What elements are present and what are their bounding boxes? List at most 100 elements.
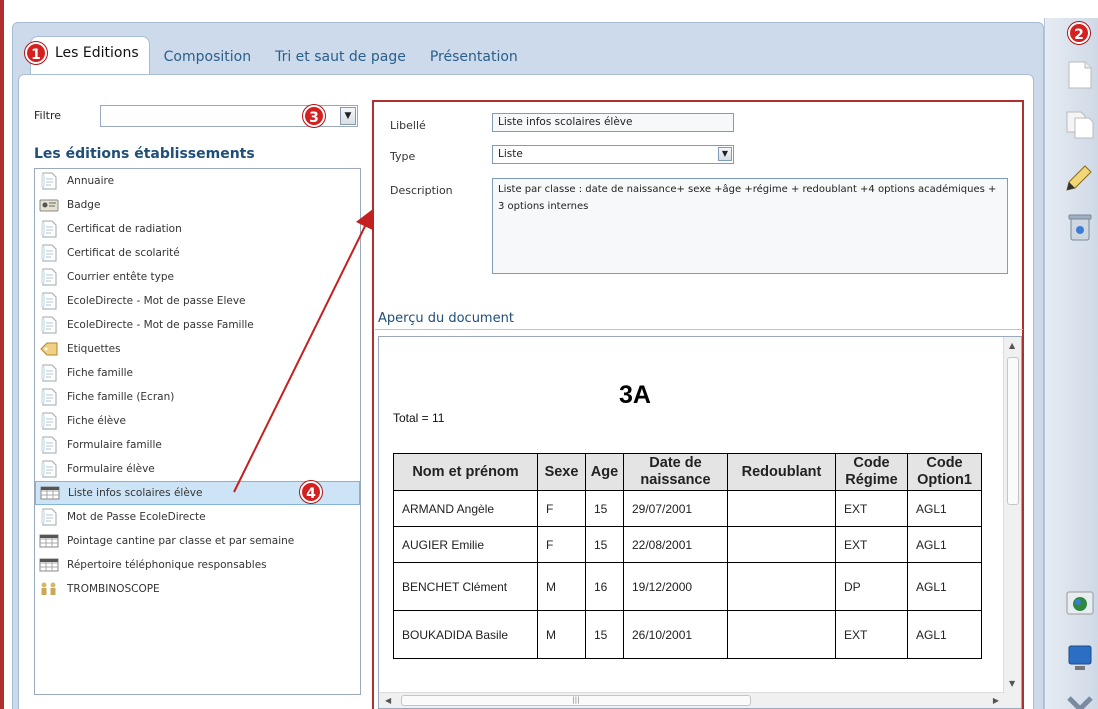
list-item[interactable]: Fiche famille — [35, 361, 360, 385]
editions-list[interactable]: Annuaire Badge Certificat de radiation Cert… — [34, 168, 361, 695]
top-strip — [4, 0, 1044, 18]
cell-nom: ARMAND Angèle — [393, 490, 538, 527]
chevron-down-icon[interactable]: ▼ — [718, 147, 732, 161]
list-item-label: Fiche famille (Ecran) — [67, 391, 175, 403]
scroll-left-icon[interactable]: ◀ — [385, 696, 391, 705]
cell-option1: AGL1 — [907, 490, 982, 527]
preview-horizontal-scrollbar[interactable]: ◀ ||| ▶ — [379, 692, 1005, 708]
web-export-icon[interactable] — [1063, 588, 1097, 618]
vertical-scroll-thumb[interactable] — [1007, 357, 1019, 505]
preview-divider — [375, 329, 1023, 330]
list-item-label: Certificat de scolarité — [67, 247, 180, 259]
tab-composition[interactable]: Composition — [154, 41, 261, 74]
delete-bin-icon[interactable] — [1063, 212, 1097, 242]
document-preview[interactable]: 3A Total = 11 Nom et prénom Sexe Age Dat… — [378, 336, 1022, 709]
tab-les-editions[interactable]: Les Editions — [30, 36, 150, 74]
tab-presentation[interactable]: Présentation — [420, 41, 528, 74]
list-item-label: Mot de Passe EcoleDirecte — [67, 511, 206, 523]
list-item-label: Liste infos scolaires élève — [68, 487, 203, 499]
col-header-nom: Nom et prénom — [393, 453, 538, 491]
list-item[interactable]: TROMBINOSCOPE — [35, 577, 360, 601]
list-item[interactable]: EcoleDirecte - Mot de passe Famille — [35, 313, 360, 337]
cell-redoublant — [727, 490, 836, 527]
table-icon — [39, 531, 59, 551]
list-item[interactable]: Formulaire famille — [35, 433, 360, 457]
callout-badge-3: 3 — [303, 105, 325, 127]
badge-icon — [39, 195, 59, 215]
cell-date: 29/07/2001 — [623, 490, 728, 527]
cell-regime: DP — [835, 562, 908, 611]
cell-regime: EXT — [835, 490, 908, 527]
edit-pen-icon[interactable] — [1063, 162, 1097, 192]
close-icon[interactable] — [1063, 692, 1097, 709]
cell-date: 26/10/2001 — [623, 610, 728, 659]
table-icon — [39, 555, 59, 575]
description-field[interactable]: Liste par classe : date de naissance+ se… — [492, 178, 1008, 274]
document-icon — [39, 459, 59, 479]
cell-sexe: F — [537, 490, 586, 527]
class-name: 3A — [619, 381, 651, 409]
cell-nom: BENCHET Clément — [393, 562, 538, 611]
list-item[interactable]: Annuaire — [35, 169, 360, 193]
filter-label: Filtre — [34, 109, 62, 122]
preview-title: Aperçu du document — [378, 311, 514, 326]
list-item[interactable]: Fiche famille (Ecran) — [35, 385, 360, 409]
list-item[interactable]: EcoleDirecte - Mot de passe Eleve — [35, 289, 360, 313]
type-select[interactable]: Liste ▼ — [492, 145, 734, 164]
list-item[interactable]: Etiquettes — [35, 337, 360, 361]
preview-vertical-scrollbar[interactable]: ▲ ▼ — [1003, 337, 1021, 708]
callout-badge-1: 1 — [25, 42, 47, 64]
col-header-date: Date de naissance — [623, 453, 728, 491]
total-count: Total = 11 — [393, 411, 445, 425]
type-select-value: Liste — [498, 148, 523, 160]
type-label: Type — [390, 150, 416, 163]
list-title: Les éditions établissements — [34, 146, 255, 162]
list-item[interactable]: Badge — [35, 193, 360, 217]
list-item[interactable]: Répertoire téléphonique responsables — [35, 553, 360, 577]
list-item[interactable]: Formulaire élève — [35, 457, 360, 481]
cell-date: 22/08/2001 — [623, 526, 728, 563]
filter-dropdown-arrow[interactable]: ▼ — [340, 107, 356, 125]
list-item-label: TROMBINOSCOPE — [67, 583, 160, 595]
list-item-label: EcoleDirecte - Mot de passe Eleve — [67, 295, 246, 307]
document-icon — [39, 411, 59, 431]
scroll-up-icon[interactable]: ▲ — [1009, 341, 1015, 350]
cell-age: 16 — [585, 562, 624, 611]
list-item[interactable]: Pointage cantine par classe et par semai… — [35, 529, 360, 553]
list-item-label: Annuaire — [67, 175, 115, 187]
scroll-right-icon[interactable]: ▶ — [993, 696, 999, 705]
display-icon[interactable] — [1063, 644, 1097, 674]
list-item[interactable]: Certificat de radiation — [35, 217, 360, 241]
table-row: AUGIER Emilie F 15 22/08/2001 EXT AGL1 — [393, 526, 982, 563]
document-icon — [39, 291, 59, 311]
table-row: ARMAND Angèle F 15 29/07/2001 EXT AGL1 — [393, 490, 982, 527]
list-item[interactable]: Fiche élève — [35, 409, 360, 433]
horizontal-scroll-thumb[interactable]: ||| — [401, 695, 751, 706]
cell-nom: BOUKADIDA Basile — [393, 610, 538, 659]
cell-age: 15 — [585, 490, 624, 527]
cell-redoublant — [727, 562, 836, 611]
cell-date: 19/12/2000 — [623, 562, 728, 611]
libelle-label: Libellé — [390, 119, 426, 132]
tab-tri-saut-page[interactable]: Tri et saut de page — [265, 41, 416, 74]
scroll-down-icon[interactable]: ▼ — [1009, 679, 1015, 688]
list-item[interactable]: Mot de Passe EcoleDirecte — [35, 505, 360, 529]
new-document-icon[interactable] — [1063, 60, 1097, 90]
cell-sexe: F — [537, 526, 586, 563]
cell-regime: EXT — [835, 526, 908, 563]
document-icon — [39, 363, 59, 383]
cell-redoublant — [727, 526, 836, 563]
list-item-label: Fiche élève — [67, 415, 126, 427]
people-icon — [39, 579, 59, 599]
labels-icon — [39, 339, 59, 359]
list-item[interactable]: Certificat de scolarité — [35, 241, 360, 265]
list-item[interactable]: Courrier entête type — [35, 265, 360, 289]
libelle-field[interactable]: Liste infos scolaires élève — [492, 113, 734, 132]
document-icon — [39, 435, 59, 455]
col-header-regime: Code Régime — [835, 453, 908, 491]
col-header-option1: Code Option1 — [907, 453, 982, 491]
list-item-label: Badge — [67, 199, 101, 211]
cell-option1: AGL1 — [907, 610, 982, 659]
list-item-label: Etiquettes — [67, 343, 121, 355]
copy-document-icon[interactable] — [1063, 110, 1097, 140]
